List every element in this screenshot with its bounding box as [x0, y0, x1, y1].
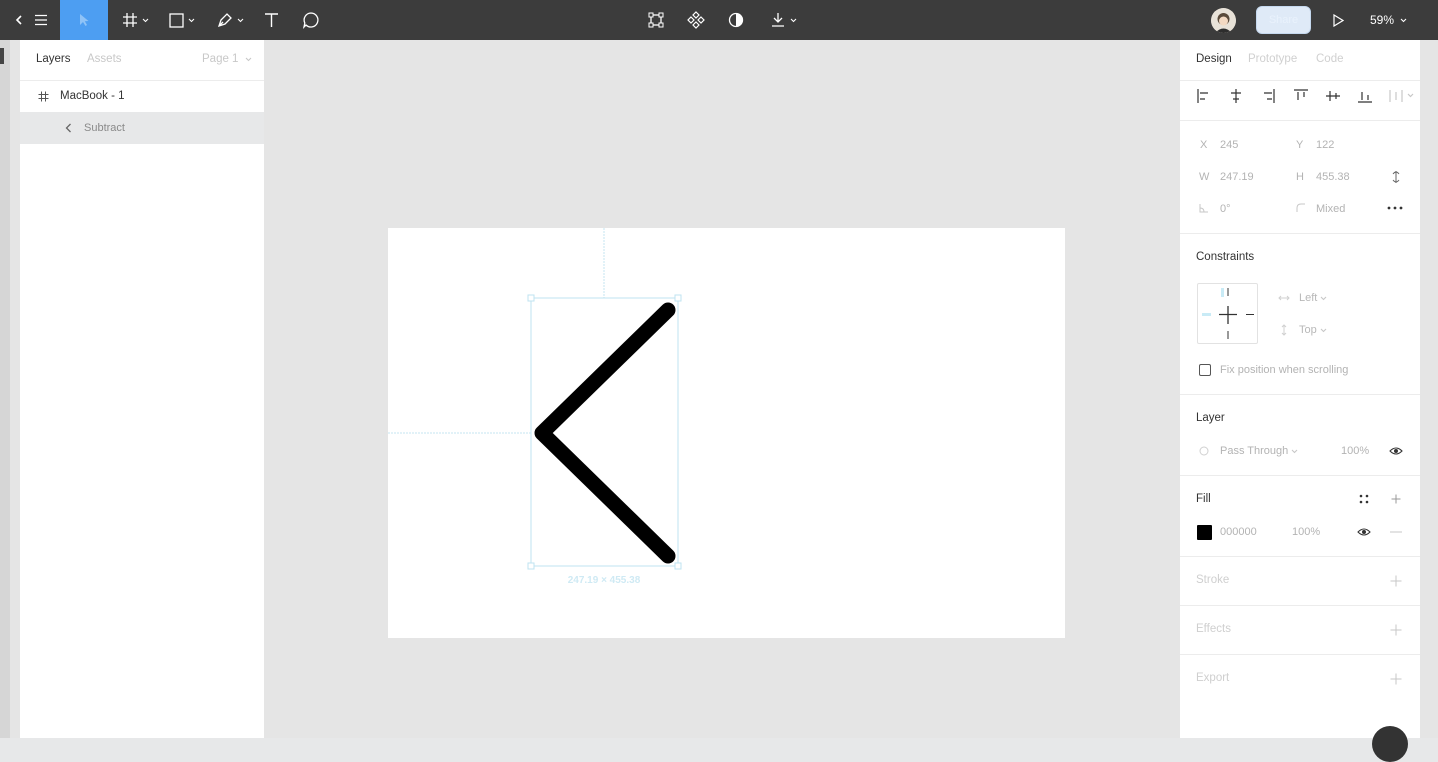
rotation-input[interactable]: 0°	[1220, 203, 1231, 215]
blend-mode-icon	[1199, 446, 1209, 456]
constraints-title: Constraints	[1196, 251, 1255, 263]
vertical-constraint-select[interactable]: Top	[1299, 324, 1327, 336]
eye-icon[interactable]	[1357, 527, 1371, 537]
resize-handle	[674, 562, 682, 570]
y-input[interactable]: 122	[1316, 139, 1334, 151]
add-fill-icon[interactable]	[1391, 494, 1401, 504]
user-avatar[interactable]	[1211, 8, 1236, 33]
fix-position-checkbox[interactable]	[1199, 364, 1211, 376]
layer-opacity-input[interactable]: 100%	[1341, 445, 1369, 457]
blend-mode-value: Pass Through	[1220, 445, 1289, 457]
tab-design[interactable]: Design	[1196, 53, 1232, 65]
vertical-constraint-icon	[1281, 324, 1287, 336]
horizontal-constraint-select[interactable]: Left	[1299, 292, 1327, 304]
eye-icon[interactable]	[1389, 446, 1403, 456]
w-label: W	[1199, 171, 1210, 183]
subtract-chevron-shape	[534, 302, 676, 564]
share-button[interactable]: Share	[1256, 6, 1311, 34]
style-grid-icon[interactable]	[1359, 494, 1369, 504]
w-input[interactable]: 247.19	[1220, 171, 1254, 183]
export-title: Export	[1196, 672, 1230, 684]
constrain-proportions-icon[interactable]	[1391, 169, 1401, 185]
x-label: X	[1200, 139, 1208, 151]
resize-handle	[527, 562, 535, 570]
chevron-down-icon	[1321, 296, 1327, 301]
resize-handle	[527, 294, 535, 302]
tab-code[interactable]: Code	[1316, 53, 1344, 65]
chevron-down-icon	[1320, 328, 1327, 333]
effects-title: Effects	[1196, 623, 1231, 635]
h-input[interactable]: 455.38	[1316, 171, 1350, 183]
blend-mode-select[interactable]: Pass Through	[1220, 445, 1298, 457]
horizontal-constraint-value: Left	[1299, 292, 1318, 304]
zoom-dropdown[interactable]: 59%	[1370, 0, 1407, 40]
window-edge-right	[1420, 40, 1438, 738]
vertical-constraint-value: Top	[1299, 324, 1317, 336]
horizontal-constraint-icon	[1278, 295, 1290, 301]
canvas-overlay: 247.19 × 455.38	[388, 228, 682, 586]
corner-radius-icon	[1296, 203, 1305, 212]
selection-size-label: 247.19 × 455.38	[568, 575, 641, 586]
more-options-icon[interactable]	[1387, 206, 1403, 210]
rotation-icon	[1199, 204, 1208, 213]
fill-color-swatch[interactable]	[1197, 525, 1212, 540]
fill-hex-input[interactable]: 000000	[1220, 526, 1257, 538]
h-label: H	[1296, 171, 1304, 183]
layer-title: Layer	[1196, 412, 1225, 424]
alignment-toolbar[interactable]	[1196, 88, 1420, 104]
x-input[interactable]: 245	[1220, 139, 1238, 151]
tab-prototype[interactable]: Prototype	[1248, 53, 1297, 65]
stroke-title: Stroke	[1196, 574, 1230, 586]
chevron-down-icon	[1291, 449, 1298, 454]
constraints-widget[interactable]	[1197, 283, 1258, 344]
resize-handle	[674, 294, 682, 302]
zoom-value: 59%	[1370, 13, 1395, 27]
add-export-icon[interactable]	[1390, 673, 1402, 685]
fix-position-label: Fix position when scrolling	[1220, 364, 1349, 376]
right-sidebar: Design Prototype Code X 245 Y 122 W 247.…	[1180, 40, 1420, 738]
present-play-icon[interactable]	[1326, 0, 1350, 40]
radius-input[interactable]: Mixed	[1316, 203, 1345, 215]
chevron-down-icon	[1400, 18, 1407, 22]
help-button[interactable]	[1372, 726, 1408, 762]
add-effect-icon[interactable]	[1390, 624, 1402, 636]
fill-title: Fill	[1196, 493, 1211, 505]
remove-fill-icon[interactable]	[1390, 531, 1402, 533]
fill-opacity-input[interactable]: 100%	[1292, 526, 1320, 538]
add-stroke-icon[interactable]	[1390, 575, 1402, 587]
y-label: Y	[1296, 139, 1304, 151]
